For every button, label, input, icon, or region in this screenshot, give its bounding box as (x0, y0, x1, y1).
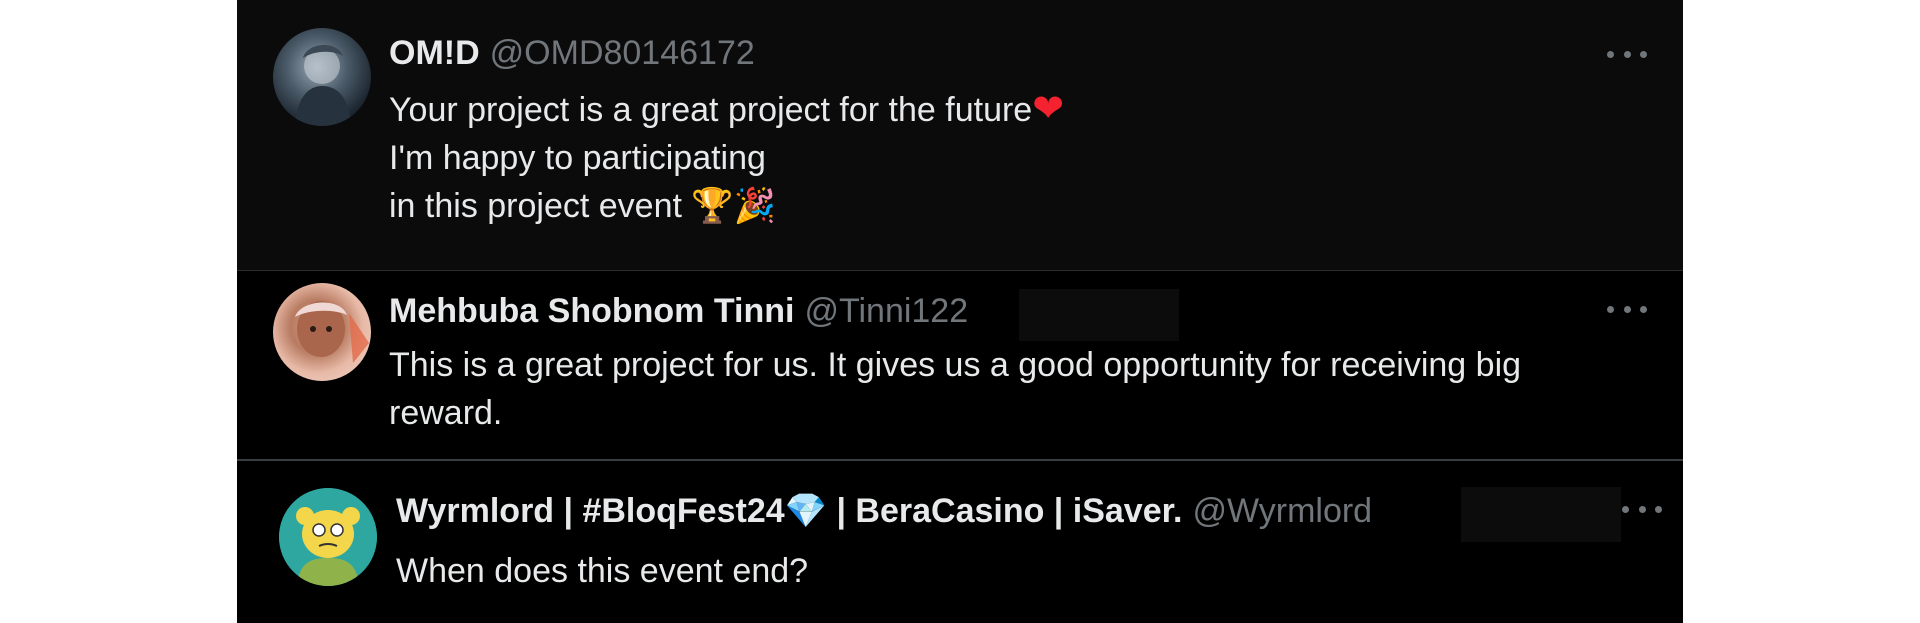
tweet-omid[interactable]: OM!D @OMD80146172 Your project is a great… (237, 0, 1683, 270)
display-name[interactable]: OM!D (389, 34, 480, 72)
user-handle[interactable]: @Tinni122 (804, 292, 968, 330)
gem-icon: 💎 (784, 491, 827, 531)
tweet-line: reward. (389, 394, 503, 432)
more-options-icon[interactable] (1607, 301, 1647, 317)
user-handle[interactable]: @OMD80146172 (490, 34, 755, 72)
display-name[interactable]: Mehbuba Shobnom Tinni (389, 292, 794, 330)
tweet-wyrmlord[interactable]: Wyrmlord | #BloqFest24💎 | BeraCasino | i… (237, 459, 1683, 623)
redacted-area (1461, 487, 1621, 542)
heart-icon: ❤ (1032, 86, 1065, 130)
display-name[interactable]: Wyrmlord | #BloqFest24💎 | BeraCasino | i… (396, 491, 1182, 531)
tweet-line: This is a great project for us. It gives… (389, 346, 1522, 384)
redacted-area (1019, 289, 1179, 341)
tweet-tinni[interactable]: Mehbuba Shobnom Tinni @Tinni122 This is a… (237, 270, 1683, 459)
tweet-header: Wyrmlord | #BloqFest24💎 | BeraCasino | i… (396, 491, 1372, 531)
trophy-icon: 🏆 (691, 186, 734, 226)
more-options-icon[interactable] (1607, 46, 1647, 62)
tweet-line: Your project is a great project for the … (389, 86, 1065, 130)
tweet-header: Mehbuba Shobnom Tinni @Tinni122 (389, 291, 968, 331)
more-options-icon[interactable] (1622, 501, 1662, 517)
tweet-header: OM!D @OMD80146172 (389, 33, 755, 73)
tweet-thread: OM!D @OMD80146172 Your project is a great… (237, 0, 1683, 623)
avatar[interactable] (273, 28, 371, 126)
tweet-text: When does this event end? (396, 547, 1666, 595)
avatar[interactable] (273, 283, 371, 381)
party-popper-icon: 🎉 (733, 186, 777, 226)
tweet-text: This is a great project for us. It gives… (389, 341, 1659, 437)
tweet-line: When does this event end? (396, 552, 809, 590)
avatar[interactable] (279, 488, 377, 586)
tweet-text: Your project is a great project for the … (389, 84, 1659, 230)
tweet-line: in this project event 🏆🎉 (389, 186, 777, 226)
avatar-image (279, 488, 377, 586)
avatar-image (295, 44, 351, 126)
user-handle[interactable]: @Wyrmlord (1192, 492, 1372, 530)
avatar-image (295, 301, 369, 363)
tweet-line: I'm happy to participating (389, 139, 766, 177)
